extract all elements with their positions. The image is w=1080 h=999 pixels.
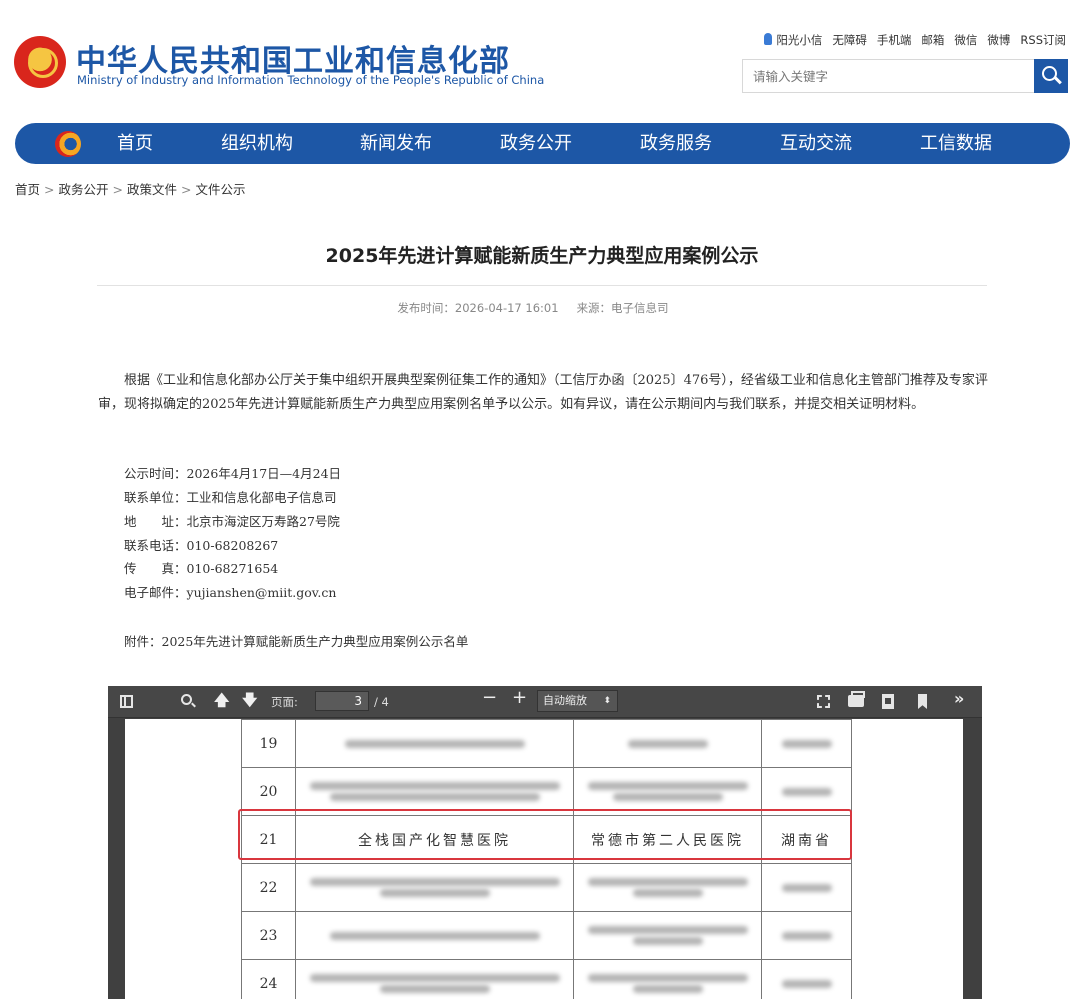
zoom-dropdown-icon: ⬍ — [603, 696, 611, 706]
info-contact-unit: 联系单位：工业和信息化部电子信息司 — [124, 490, 337, 505]
top-link-accessibility[interactable]: 无障碍 — [832, 32, 867, 48]
publish-time: 发布时间：2026-04-17 16:01 — [397, 301, 559, 315]
redacted-province — [761, 719, 852, 768]
page-total: / 4 — [374, 695, 389, 709]
pdf-page: 19 20 21 全栈国产化智慧医院 常德市第二人民医院 湖南省 22 23 2… — [125, 719, 963, 999]
search-button[interactable] — [1034, 59, 1068, 93]
table-row: 22 — [241, 863, 852, 912]
breadcrumb-policy[interactable]: 政策文件 — [127, 182, 177, 197]
table-row: 23 — [241, 911, 852, 960]
nav-item-news[interactable]: 新闻发布 — [360, 123, 432, 164]
row-number: 20 — [241, 767, 296, 816]
redacted-province — [761, 959, 852, 999]
zoom-in-icon[interactable]: + — [512, 689, 527, 707]
redacted-case-name — [295, 719, 574, 768]
nav-item-data[interactable]: 工信数据 — [920, 123, 992, 164]
redacted-unit — [573, 767, 762, 816]
table-row: 19 — [241, 719, 852, 768]
sidebar-toggle-icon[interactable] — [120, 695, 133, 708]
top-link-mobile[interactable]: 手机端 — [877, 32, 912, 48]
nav-item-interaction[interactable]: 互动交流 — [780, 123, 852, 164]
top-link-sunshine[interactable]: 阳光小信 — [764, 32, 822, 48]
zoom-out-icon[interactable]: − — [482, 689, 497, 707]
top-link-mailbox[interactable]: 邮箱 — [921, 32, 944, 48]
print-icon[interactable] — [848, 691, 865, 707]
nav-item-gov-services[interactable]: 政务服务 — [640, 123, 712, 164]
info-notice-period: 公示时间：2026年4月17日—4月24日 — [124, 466, 342, 481]
breadcrumb-gov-affairs[interactable]: 政务公开 — [59, 182, 109, 197]
pdf-viewer: 🡅 🡇 页面: 3 / 4 − + 自动缩放 ⬍ » 19 20 21 全栈国产… — [108, 686, 982, 999]
search-box — [742, 59, 1068, 93]
previous-page-icon[interactable]: 🡅 — [214, 692, 229, 708]
article-source: 来源：电子信息司 — [576, 301, 669, 315]
row-number: 21 — [241, 815, 296, 864]
bookmark-icon[interactable] — [918, 694, 927, 709]
main-nav: 首页 组织机构 新闻发布 政务公开 政务服务 互动交流 工信数据 — [15, 123, 1070, 164]
table-row: 24 — [241, 959, 852, 999]
find-icon[interactable] — [181, 694, 192, 705]
search-input[interactable] — [743, 60, 1033, 92]
title-divider — [97, 285, 987, 286]
breadcrumb-home[interactable]: 首页 — [15, 182, 40, 197]
redacted-unit — [573, 719, 762, 768]
article-meta: 发布时间：2026-04-17 16:01 来源：电子信息司 — [0, 300, 1066, 316]
cases-table: 19 20 21 全栈国产化智慧医院 常德市第二人民医院 湖南省 22 23 2… — [241, 719, 852, 999]
breadcrumb: 首页 > 政务公开 > 政策文件 > 文件公示 — [15, 182, 246, 197]
miit-logo-icon[interactable] — [55, 131, 81, 157]
top-link-wechat[interactable]: 微信 — [954, 32, 977, 48]
case-name: 全栈国产化智慧医院 — [295, 815, 574, 864]
page-number-input[interactable]: 3 — [315, 691, 369, 711]
redacted-case-name — [295, 767, 574, 816]
more-tools-icon[interactable]: » — [954, 691, 964, 707]
row-number: 22 — [241, 863, 296, 912]
download-icon[interactable] — [882, 694, 894, 709]
info-fax: 传 真：010-68271654 — [124, 561, 279, 576]
top-link-weibo[interactable]: 微博 — [987, 32, 1010, 48]
next-page-icon[interactable]: 🡇 — [242, 692, 257, 708]
site-header: 中华人民共和国工业和信息化部 Ministry of Industry and … — [0, 0, 1080, 115]
redacted-province — [761, 863, 852, 912]
case-unit: 常德市第二人民医院 — [573, 815, 762, 864]
nav-item-home[interactable]: 首页 — [117, 123, 153, 164]
info-phone: 联系电话：010-68208267 — [124, 538, 279, 553]
nav-item-gov-affairs[interactable]: 政务公开 — [500, 123, 572, 164]
article-title: 2025年先进计算赋能新质生产力典型应用案例公示 — [325, 245, 759, 267]
redacted-unit — [573, 911, 762, 960]
site-subtitle: Ministry of Industry and Information Tec… — [77, 73, 545, 87]
case-province: 湖南省 — [761, 815, 852, 864]
row-number: 19 — [241, 719, 296, 768]
redacted-unit — [573, 959, 762, 999]
info-address: 地 址：北京市海淀区万寿路27号院 — [124, 514, 340, 529]
zoom-select[interactable]: 自动缩放 ⬍ — [537, 690, 618, 712]
redacted-unit — [573, 863, 762, 912]
presentation-mode-icon[interactable] — [817, 695, 830, 708]
redacted-case-name — [295, 863, 574, 912]
info-email: 电子邮件：yujianshen@miit.gov.cn — [124, 585, 337, 600]
redacted-province — [761, 911, 852, 960]
redacted-case-name — [295, 911, 574, 960]
nav-item-organization[interactable]: 组织机构 — [221, 123, 293, 164]
article-paragraph: 根据《工业和信息化部办公厅关于集中组织开展典型案例征集工作的通知》（工信厅办函〔… — [98, 373, 988, 412]
row-number: 24 — [241, 959, 296, 999]
breadcrumb-notice[interactable]: 文件公示 — [196, 182, 246, 197]
pdf-toolbar: 🡅 🡇 页面: 3 / 4 − + 自动缩放 ⬍ » — [108, 686, 982, 718]
top-link-rss[interactable]: RSS订阅 — [1020, 32, 1066, 48]
top-links: 阳光小信 无障碍 手机端 邮箱 微信 微博 RSS订阅 — [764, 32, 1066, 48]
table-row: 20 — [241, 767, 852, 816]
attachment-label[interactable]: 附件：2025年先进计算赋能新质生产力典型应用案例公示名单 — [124, 631, 468, 650]
redacted-province — [761, 767, 852, 816]
row-number: 23 — [241, 911, 296, 960]
page-label: 页面: — [271, 695, 298, 709]
redacted-case-name — [295, 959, 574, 999]
table-row-highlighted: 21 全栈国产化智慧医院 常德市第二人民医院 湖南省 — [241, 815, 852, 864]
sunshine-icon — [764, 33, 773, 45]
national-emblem-icon — [14, 36, 66, 88]
